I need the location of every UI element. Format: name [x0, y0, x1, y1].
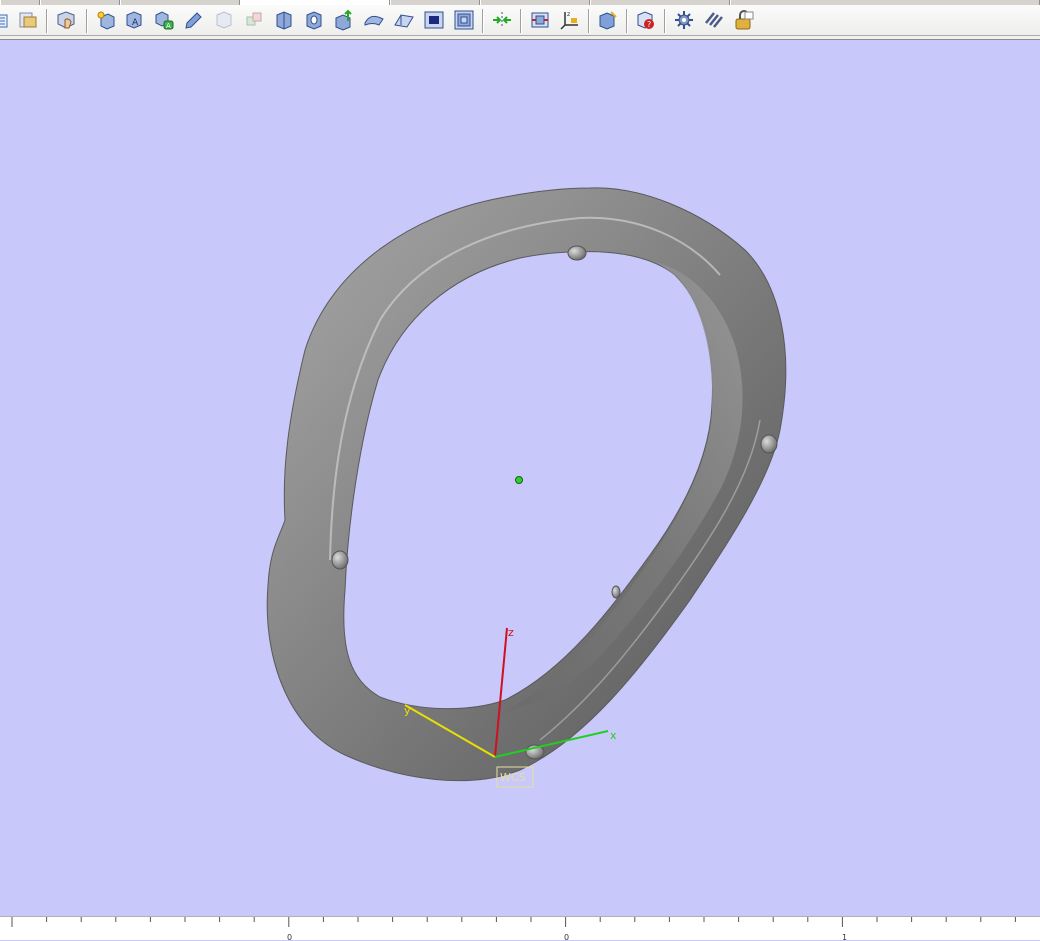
y-axis-label: y: [404, 704, 411, 717]
ghost-box-icon[interactable]: [212, 8, 236, 32]
open-folder-icon[interactable]: [16, 8, 40, 32]
wcs-label: WCS: [500, 771, 526, 784]
ring-pin[interactable]: [331, 550, 349, 570]
toolbar-separator: [626, 9, 628, 33]
create-sketch-icon[interactable]: [94, 8, 118, 32]
assembly-a-icon[interactable]: A: [152, 8, 176, 32]
toolbar-separator: [46, 9, 48, 33]
toolbar-separator: [588, 9, 590, 33]
extrude-icon[interactable]: [272, 8, 296, 32]
gear-icon[interactable]: [672, 8, 696, 32]
sheet-icon[interactable]: [392, 8, 416, 32]
x-axis-label: x: [610, 729, 617, 742]
rotation-center-point[interactable]: [515, 476, 523, 484]
svg-text:A: A: [132, 18, 139, 28]
surface-icon[interactable]: [362, 8, 386, 32]
lock-open-icon[interactable]: [732, 8, 756, 32]
3d-viewport[interactable]: z y x WCS: [0, 40, 1040, 916]
frame-icon[interactable]: [452, 8, 476, 32]
svg-text:z: z: [567, 11, 570, 18]
hand-pan-icon[interactable]: [54, 8, 78, 32]
bottom-ruler: 0 0 1: [0, 916, 1040, 941]
main-toolbar: A A z ?: [0, 5, 1040, 36]
pull-up-icon[interactable]: [332, 8, 356, 32]
svg-text:A: A: [166, 22, 171, 30]
ring-pin[interactable]: [760, 434, 778, 454]
info-cube-icon[interactable]: ?: [634, 8, 658, 32]
part-a-icon[interactable]: A: [122, 8, 146, 32]
mirror-arrows-icon[interactable]: [490, 8, 514, 32]
layers-icon[interactable]: [702, 8, 726, 32]
hole-icon[interactable]: [302, 8, 326, 32]
section-cut-icon[interactable]: [528, 8, 552, 32]
edit-icon[interactable]: [182, 8, 206, 32]
ghost-cubes-icon[interactable]: [242, 8, 266, 32]
model-scene[interactable]: z y x WCS: [0, 40, 1040, 916]
z-axis-label: z: [508, 626, 514, 639]
ruler-ticks: 0 0 1: [11, 917, 1016, 941]
ring-pin[interactable]: [611, 585, 621, 599]
csys-icon[interactable]: z: [558, 8, 582, 32]
ring-pin[interactable]: [567, 245, 587, 261]
toolbar-separator: [520, 9, 522, 33]
toolbar-separator: [664, 9, 666, 33]
toolbar-separator: [86, 9, 88, 33]
toolbar-separator: [482, 9, 484, 33]
box-dark-icon[interactable]: [422, 8, 446, 32]
measure-cube-icon[interactable]: [596, 8, 620, 32]
svg-text:?: ?: [647, 20, 651, 29]
